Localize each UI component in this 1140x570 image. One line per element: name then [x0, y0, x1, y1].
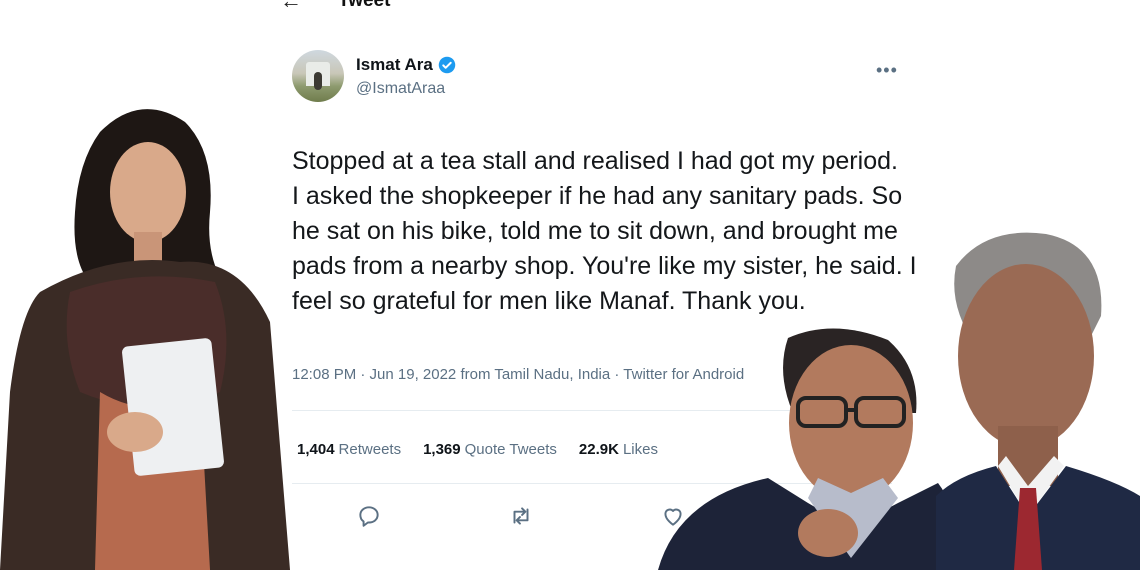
stat-label: Quote Tweets [464, 441, 557, 458]
more-options-icon[interactable]: ••• [876, 60, 898, 81]
page-title: Tweet [338, 0, 391, 11]
author-handle[interactable]: @IsmatAraa [356, 80, 456, 98]
woman-photo [0, 109, 290, 570]
author-display-name[interactable]: Ismat Ara [356, 55, 433, 75]
stat-label: Likes [622, 441, 658, 458]
stat-count: 1,369 [423, 441, 461, 458]
man-suit-photo [936, 232, 1140, 570]
tweet-line: feel so grateful for men like Manaf. Tha… [292, 287, 806, 315]
tweet-actions [356, 503, 686, 529]
tweet-text: Stopped at a tea stall and realised I ha… [292, 144, 932, 319]
man-glasses-photo [658, 328, 958, 570]
tweet-line: he sat on his bike, told me to sit down,… [292, 217, 898, 245]
likes-stat[interactable]: 22.9K Likes [579, 441, 658, 458]
quote-tweets-stat[interactable]: 1,369 Quote Tweets [423, 441, 557, 458]
verified-badge-icon [438, 56, 456, 73]
tweet-header: ← Tweet [280, 0, 390, 16]
reply-icon[interactable] [356, 503, 382, 529]
tweet-line: Stopped at a tea stall and realised I ha… [292, 147, 898, 175]
tweet-line: pads from a nearby shop. You're like my … [292, 252, 917, 280]
stat-count: 22.9K [578, 441, 619, 458]
retweet-icon[interactable] [508, 503, 534, 529]
tweet-line: I asked the shopkeeper if he had any san… [292, 182, 903, 210]
stat-count: 1,404 [297, 441, 335, 458]
avatar[interactable] [292, 50, 344, 102]
stat-label: Retweets [338, 441, 402, 458]
tweet-author: Ismat Ara @IsmatAraa [292, 50, 456, 102]
back-arrow-icon[interactable]: ← [280, 0, 302, 14]
retweets-stat[interactable]: 1,404 Retweets [297, 441, 401, 458]
tweet-stats: 1,404 Retweets 1,369 Quote Tweets 22.9K Lik… [297, 441, 658, 458]
